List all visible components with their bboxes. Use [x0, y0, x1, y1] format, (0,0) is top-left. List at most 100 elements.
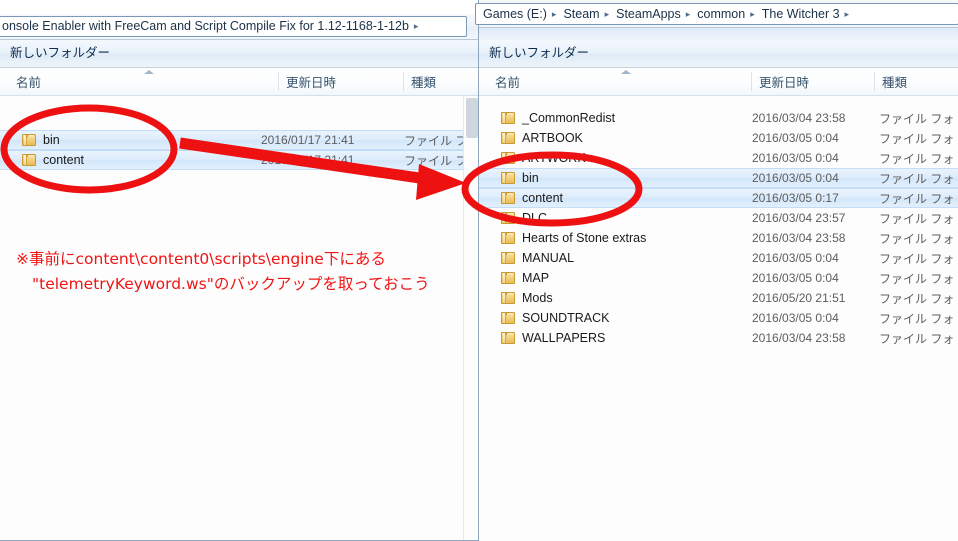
table-row[interactable]: WALLPAPERS 2016/03/04 23:58 ファイル フォ	[479, 328, 958, 348]
right-toolbar	[479, 28, 958, 40]
file-name-cell[interactable]: content	[22, 153, 84, 167]
file-name-cell[interactable]: Mods	[501, 291, 553, 305]
file-name-label: MAP	[522, 271, 550, 285]
file-name-label: ARTWORK	[522, 151, 586, 165]
file-type-cell: ファイル フォ	[879, 331, 955, 346]
file-name-label: SOUNDTRACK	[522, 311, 610, 325]
file-name-cell[interactable]: MANUAL	[501, 251, 574, 265]
folder-icon	[501, 172, 515, 184]
left-column-date-label: 更新日時	[286, 76, 337, 90]
file-name-label: MANUAL	[522, 251, 575, 265]
right-breadcrumb[interactable]: Games (E:) ▸ Steam ▸ SteamApps ▸ common ▸ The Wi…	[475, 3, 958, 25]
file-date-cell: 2016/03/05 0:04	[752, 311, 839, 325]
right-column-type[interactable]: 種類	[874, 68, 958, 95]
file-type-cell: ファイル フォ	[879, 211, 955, 226]
folder-icon	[501, 312, 515, 324]
table-row[interactable]: content 2016/01/17 21:41 ファイル フォ	[0, 150, 464, 170]
table-row[interactable]: Mods 2016/05/20 21:51 ファイル フォ	[479, 288, 958, 308]
folder-icon	[501, 212, 515, 224]
right-column-header: 名前 更新日時 種類	[479, 68, 958, 96]
left-column-type[interactable]: 種類	[403, 68, 481, 95]
file-name-label: Hearts of Stone extras	[522, 231, 647, 245]
left-breadcrumb[interactable]: onsole Enabler with FreeCam and Script C…	[0, 16, 467, 37]
chevron-right-icon[interactable]: ▸	[748, 9, 759, 20]
breadcrumb-item-3[interactable]: common	[694, 8, 748, 21]
folder-icon	[501, 252, 515, 264]
breadcrumb-item-left-title[interactable]: onsole Enabler with FreeCam and Script C…	[0, 20, 412, 33]
file-name-label: DLC	[522, 211, 548, 225]
file-type-cell: ファイル フォ	[404, 133, 464, 148]
breadcrumb-item-4[interactable]: The Witcher 3	[759, 8, 843, 21]
file-name-cell[interactable]: SOUNDTRACK	[501, 311, 610, 325]
file-name-label: _CommonRedist	[522, 111, 616, 125]
folder-icon	[501, 232, 515, 244]
table-row[interactable]: MAP 2016/03/05 0:04 ファイル フォ	[479, 268, 958, 288]
file-type-cell: ファイル フォ	[879, 111, 955, 126]
file-name-cell[interactable]: ARTBOOK	[501, 131, 583, 145]
file-name-cell[interactable]: MAP	[501, 271, 549, 285]
table-row[interactable]: content 2016/03/05 0:17 ファイル フォ	[479, 188, 958, 208]
file-name-label: bin	[522, 171, 539, 185]
folder-icon	[501, 192, 515, 204]
table-row[interactable]: MANUAL 2016/03/05 0:04 ファイル フォ	[479, 248, 958, 268]
file-name-cell[interactable]: bin	[501, 171, 539, 185]
table-row[interactable]: Hearts of Stone extras 2016/03/04 23:58 ファ…	[479, 228, 958, 248]
right-file-list[interactable]: _CommonRedist 2016/03/04 23:58 ファイル フォ ARTB…	[479, 96, 958, 541]
file-type-cell: ファイル フォ	[879, 271, 955, 286]
right-column-date[interactable]: 更新日時	[751, 68, 874, 95]
left-column-date[interactable]: 更新日時	[278, 68, 403, 95]
table-row[interactable]: bin 2016/01/17 21:41 ファイル フォ	[0, 130, 464, 150]
scrollbar-thumb[interactable]	[466, 98, 478, 138]
file-name-cell[interactable]: DLC	[501, 211, 547, 225]
breadcrumb-item-2[interactable]: SteamApps	[613, 8, 684, 21]
left-column-name[interactable]: 名前	[8, 68, 278, 95]
annotation-note-line2: "telemetryKeyword.ws"のバックアップを取っておこう	[32, 275, 430, 293]
table-row[interactable]: _CommonRedist 2016/03/04 23:58 ファイル フォ	[479, 108, 958, 128]
file-date-cell: 2016/03/05 0:17	[752, 191, 839, 205]
file-name-label: Mods	[522, 291, 553, 305]
chevron-right-icon[interactable]: ▸	[603, 9, 614, 20]
file-name-label: content	[522, 191, 564, 205]
breadcrumb-item-1[interactable]: Steam	[560, 8, 602, 21]
file-type-cell: ファイル フォ	[404, 153, 464, 168]
file-type-cell: ファイル フォ	[879, 291, 955, 306]
right-column-date-label: 更新日時	[759, 76, 810, 90]
file-date-cell: 2016/03/04 23:58	[752, 231, 846, 245]
folder-icon	[22, 154, 36, 166]
file-date-cell: 2016/03/05 0:04	[752, 171, 839, 185]
breadcrumb-item-0[interactable]: Games (E:)	[480, 8, 550, 21]
file-name-cell[interactable]: _CommonRedist	[501, 111, 615, 125]
sort-ascending-icon	[621, 70, 631, 74]
folder-icon	[501, 272, 515, 284]
file-name-cell[interactable]: bin	[22, 133, 60, 147]
folder-icon	[501, 112, 515, 124]
table-row[interactable]: DLC 2016/03/04 23:57 ファイル フォ	[479, 208, 958, 228]
left-file-list[interactable]: bin 2016/01/17 21:41 ファイル フォ content 2016/01…	[0, 96, 464, 540]
file-date-cell: 2016/03/04 23:57	[752, 211, 846, 225]
file-name-cell[interactable]: WALLPAPERS	[501, 331, 605, 345]
file-date-cell: 2016/05/20 21:51	[752, 291, 846, 305]
right-new-folder-button[interactable]: 新しいフォルダー	[479, 47, 599, 60]
table-row[interactable]: SOUNDTRACK 2016/03/05 0:04 ファイル フォ	[479, 308, 958, 328]
left-new-folder-button[interactable]: 新しいフォルダー	[0, 47, 120, 60]
folder-icon	[501, 292, 515, 304]
file-name-cell[interactable]: content	[501, 191, 563, 205]
folder-icon	[501, 132, 515, 144]
file-name-cell[interactable]: Hearts of Stone extras	[501, 231, 646, 245]
table-row[interactable]: ARTBOOK 2016/03/05 0:04 ファイル フォ	[479, 128, 958, 148]
right-explorer-window: Games (E:) ▸ Steam ▸ SteamApps ▸ common ▸ The Wi…	[475, 0, 958, 541]
table-row[interactable]: ARTWORK 2016/03/05 0:04 ファイル フォ	[479, 148, 958, 168]
file-type-cell: ファイル フォ	[879, 151, 955, 166]
chevron-right-icon[interactable]: ▸	[412, 21, 423, 32]
file-date-cell: 2016/03/04 23:58	[752, 331, 846, 345]
left-column-header: 名前 更新日時 種類	[0, 68, 480, 96]
file-date-cell: 2016/03/05 0:04	[752, 151, 839, 165]
chevron-right-icon[interactable]: ▸	[684, 9, 695, 20]
file-date-cell: 2016/01/17 21:41	[261, 153, 355, 167]
file-name-cell[interactable]: ARTWORK	[501, 151, 586, 165]
chevron-right-icon[interactable]: ▸	[550, 9, 561, 20]
file-name-label: bin	[43, 133, 60, 147]
chevron-right-icon[interactable]: ▸	[843, 9, 854, 20]
table-row[interactable]: bin 2016/03/05 0:04 ファイル フォ	[479, 168, 958, 188]
right-toolbar-main: 新しいフォルダー	[479, 40, 958, 68]
